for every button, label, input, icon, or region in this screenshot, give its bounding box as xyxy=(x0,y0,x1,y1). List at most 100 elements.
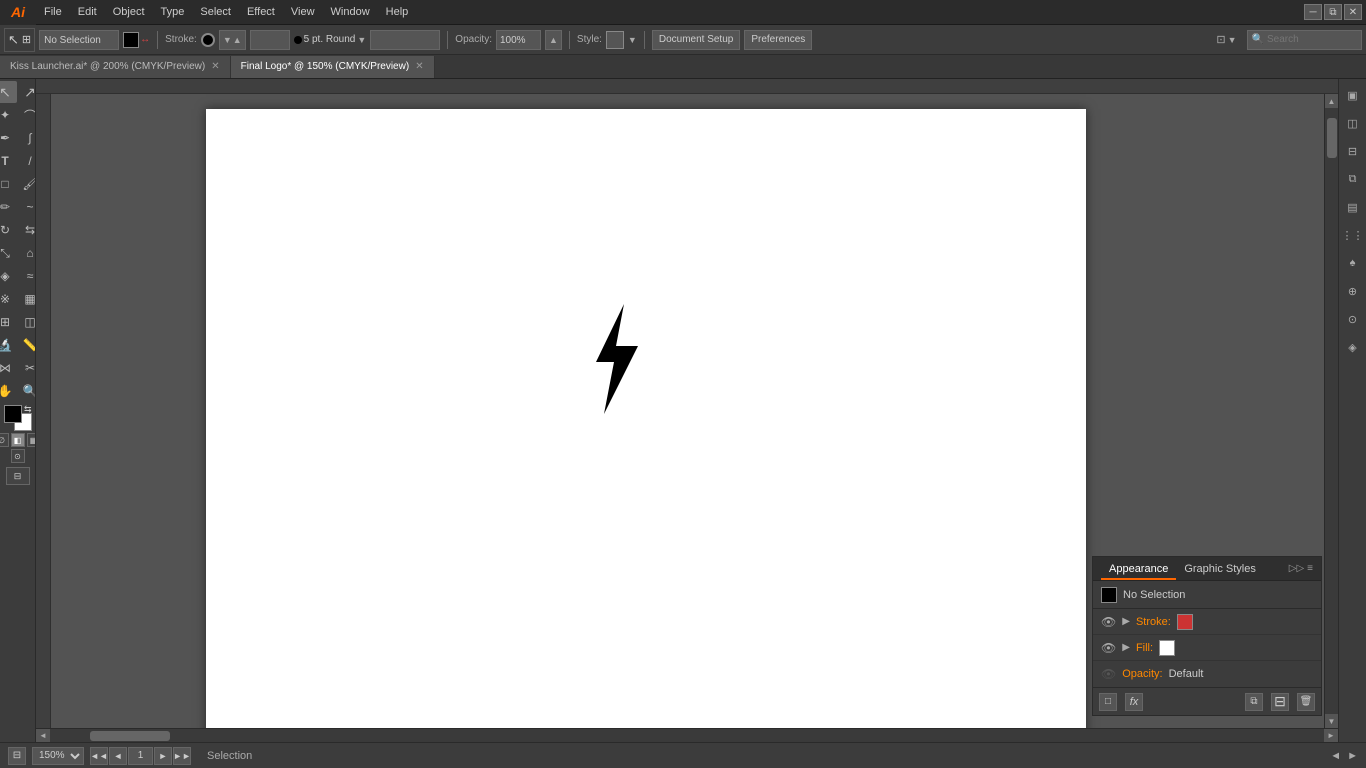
menu-help[interactable]: Help xyxy=(378,0,417,25)
measure-tool[interactable]: 📏 xyxy=(18,334,36,356)
vertical-scrollbar[interactable]: ▲ ▼ xyxy=(1324,94,1338,728)
scroll-right-btn[interactable]: ► xyxy=(1324,729,1338,743)
ap-fill-swatch[interactable] xyxy=(1159,640,1175,656)
paintbrush-tool[interactable]: 🖌 xyxy=(18,173,36,195)
ap-delete-btn[interactable]: 🗑 xyxy=(1297,693,1315,711)
menu-select[interactable]: Select xyxy=(192,0,239,25)
scroll-down-btn[interactable]: ▼ xyxy=(1325,714,1339,728)
slice-tool[interactable]: ✂ xyxy=(18,357,36,379)
document-setup-btn[interactable]: Document Setup xyxy=(652,30,741,50)
tab-kiss-launcher[interactable]: Kiss Launcher.ai* @ 200% (CMYK/Preview) … xyxy=(0,56,231,78)
left-panel-toggle[interactable]: ◄ xyxy=(1330,750,1341,762)
panel-btn-1[interactable]: ▣ xyxy=(1341,83,1365,107)
lasso-tool[interactable]: ⌒ xyxy=(18,104,36,126)
preferences-btn[interactable]: Preferences xyxy=(744,30,812,50)
hand-tool[interactable]: ✋ xyxy=(0,380,17,402)
ap-new-item-btn[interactable]: □ xyxy=(1099,693,1117,711)
rotate-tool[interactable]: ↻ xyxy=(0,219,17,241)
ap-duplicate-btn[interactable]: ⧉ xyxy=(1245,693,1263,711)
pen-tool[interactable]: ✒ xyxy=(0,127,17,149)
scale-tool[interactable]: ⤡ xyxy=(0,242,17,264)
panel-btn-9[interactable]: ⊙ xyxy=(1341,307,1365,331)
restore-btn[interactable]: ⧉ xyxy=(1324,4,1342,20)
menu-window[interactable]: Window xyxy=(323,0,378,25)
page-back-btn[interactable]: ◄ xyxy=(109,747,127,765)
type-tool[interactable]: T xyxy=(0,150,17,172)
close-btn[interactable]: ✕ xyxy=(1344,4,1362,20)
panel-btn-4[interactable]: ⧉ xyxy=(1341,167,1365,191)
menu-type[interactable]: Type xyxy=(153,0,193,25)
search-bar[interactable]: 🔍 xyxy=(1247,30,1362,50)
tab-kiss-close[interactable]: ✕ xyxy=(211,56,219,78)
arrange-icon[interactable]: ⊡ xyxy=(1216,33,1225,46)
zoom-select[interactable]: 150% 100% 200% xyxy=(32,747,84,765)
panel-btn-3[interactable]: ⊟ xyxy=(1341,139,1365,163)
tab-final-logo[interactable]: Final Logo* @ 150% (CMYK/Preview) ✕ xyxy=(231,56,435,78)
warp-tool[interactable]: ⌂ xyxy=(18,242,36,264)
page-input[interactable] xyxy=(128,747,153,765)
curvature-tool[interactable]: ∫ xyxy=(18,127,36,149)
reflect-tool[interactable]: ⇆ xyxy=(18,219,36,241)
stroke-weight-select[interactable]: 5 pt. Round ▼ xyxy=(294,34,367,45)
panel-btn-7[interactable]: ♠ xyxy=(1341,251,1365,275)
ap-clear-btn[interactable]: ⊟ xyxy=(1271,693,1289,711)
warp2-tool[interactable]: ≈ xyxy=(18,265,36,287)
pencil-tool[interactable]: ✏ xyxy=(0,196,17,218)
opacity-input[interactable]: 100% xyxy=(496,30,541,50)
stroke-input[interactable] xyxy=(250,30,290,50)
page-prev-btn[interactable]: ◄◄ xyxy=(90,747,108,765)
panel-expand-btn[interactable]: ▷▷ xyxy=(1289,563,1304,574)
rect-tool[interactable]: □ xyxy=(0,173,17,195)
swap-colors-icon[interactable]: ⇆ xyxy=(24,405,32,414)
page-end-btn[interactable]: ►► xyxy=(173,747,191,765)
color-mode-icon[interactable]: ◧ xyxy=(11,433,25,447)
scroll-up-btn[interactable]: ▲ xyxy=(1325,94,1339,108)
ap-stroke-expand[interactable]: ▶ xyxy=(1122,616,1130,627)
panel-btn-8[interactable]: ⊕ xyxy=(1341,279,1365,303)
ap-stroke-visibility[interactable]: 👁 xyxy=(1101,615,1116,629)
fill-swatch-top[interactable] xyxy=(123,32,139,48)
symbol-tool[interactable]: ※ xyxy=(0,288,17,310)
foreground-color-swatch[interactable] xyxy=(4,405,22,423)
panel-menu-btn[interactable]: ≡ xyxy=(1307,563,1313,574)
tab-final-close[interactable]: ✕ xyxy=(415,56,423,78)
ap-fx-btn[interactable]: fx xyxy=(1125,693,1143,711)
column-graph-tool[interactable]: ▦ xyxy=(18,288,36,310)
minimize-btn[interactable]: ─ xyxy=(1304,4,1322,20)
scroll-left-btn[interactable]: ◄ xyxy=(36,729,50,743)
ap-opacity-label[interactable]: Opacity: xyxy=(1122,668,1162,680)
select-tool-icon[interactable]: ↖ xyxy=(8,32,19,48)
panel-btn-10[interactable]: ◈ xyxy=(1341,335,1365,359)
ap-fill-label[interactable]: Fill: xyxy=(1136,642,1153,654)
eyedropper-tool[interactable]: 🔬 xyxy=(0,334,17,356)
ap-fill-expand[interactable]: ▶ xyxy=(1122,642,1130,653)
selection-tool[interactable]: ↖ xyxy=(0,81,17,103)
transform-icon[interactable]: ⊞ xyxy=(22,33,31,46)
gradient-tool[interactable]: ◫ xyxy=(18,311,36,333)
panel-btn-2[interactable]: ◫ xyxy=(1341,111,1365,135)
magic-wand-tool[interactable]: ✦ xyxy=(0,104,17,126)
blend-tool[interactable]: ⋈ xyxy=(0,357,17,379)
ap-fill-visibility[interactable]: 👁 xyxy=(1101,641,1116,655)
stroke-up-arrow[interactable]: ▲ xyxy=(233,35,242,45)
width-tool[interactable]: ◈ xyxy=(0,265,17,287)
tab-appearance[interactable]: Appearance xyxy=(1101,558,1176,580)
workspace-arrow[interactable]: ▼ xyxy=(1228,35,1237,45)
panel-btn-6[interactable]: ⋮⋮ xyxy=(1341,223,1365,247)
menu-effect[interactable]: Effect xyxy=(239,0,283,25)
ap-stroke-swatch[interactable] xyxy=(1177,614,1193,630)
scroll-thumb[interactable] xyxy=(1327,118,1337,158)
stroke-style-select[interactable] xyxy=(370,30,440,50)
stroke-down-arrow[interactable]: ▼ xyxy=(223,35,232,45)
ap-opacity-visibility[interactable]: 👁 xyxy=(1101,667,1116,681)
direct-select-tool[interactable]: ↗ xyxy=(18,81,36,103)
screen-mode-icon[interactable]: ⊙ xyxy=(11,449,25,463)
ap-stroke-label[interactable]: Stroke: xyxy=(1136,616,1171,628)
h-scroll-thumb[interactable] xyxy=(90,731,170,741)
zoom-tool[interactable]: 🔍 xyxy=(18,380,36,402)
panel-btn-5[interactable]: ▤ xyxy=(1341,195,1365,219)
menu-view[interactable]: View xyxy=(283,0,323,25)
search-input[interactable] xyxy=(1267,34,1357,45)
smooth-tool[interactable]: ~ xyxy=(18,196,36,218)
menu-object[interactable]: Object xyxy=(105,0,153,25)
